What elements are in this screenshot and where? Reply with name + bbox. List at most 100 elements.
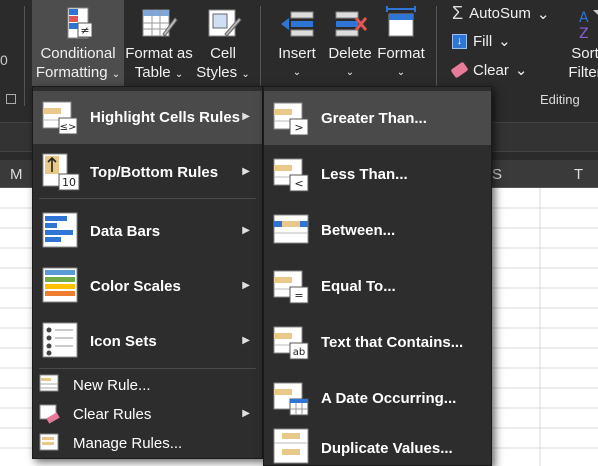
menu-item-top-bottom-rules[interactable]: 10 Top/Bottom Rules ▶: [33, 146, 262, 199]
color-scales-icon: [42, 267, 78, 303]
menu-item-label: Clear Rules: [73, 406, 152, 423]
svg-text:10: 10: [62, 176, 76, 189]
svg-text:<: <: [294, 177, 303, 190]
insert-label: Insert: [278, 45, 316, 62]
menu-item-label: Highlight Cells Rules: [90, 109, 241, 126]
cell-styles-icon: [203, 4, 243, 44]
submenu-item-date-occurring[interactable]: A Date Occurring...: [264, 371, 491, 425]
dialog-launcher-icon[interactable]: [6, 94, 16, 104]
column-header-t[interactable]: T: [574, 166, 583, 183]
submenu-arrow-icon: ▶: [242, 408, 250, 419]
duplicate-values-icon: [273, 428, 309, 464]
clear-rules-icon: [39, 404, 60, 424]
menu-item-label: Manage Rules...: [73, 435, 183, 452]
cell-styles-label-2: Styles ⌄: [196, 64, 250, 81]
icon-sets-icon: [42, 322, 78, 358]
cell-styles-label-1: Cell: [210, 45, 236, 62]
top-bottom-rules-icon: 10: [42, 153, 80, 191]
highlight-cells-rules-submenu: > Greater Than... < Less Than... Between…: [263, 86, 492, 466]
format-as-table-icon: [139, 4, 179, 44]
highlight-cells-rules-icon: ≤>: [42, 101, 78, 135]
menu-item-label: Data Bars: [90, 223, 161, 240]
equal-to-icon: =: [273, 270, 309, 304]
submenu-item-label: Text that Contains...: [321, 334, 464, 351]
menu-separator: [39, 198, 256, 199]
menu-item-highlight-cells-rules[interactable]: ≤> Highlight Cells Rules ▶: [33, 91, 262, 144]
manage-rules-icon: [39, 433, 59, 451]
menu-item-manage-rules[interactable]: Manage Rules...: [33, 429, 262, 457]
text-contains-icon: ab: [273, 326, 309, 360]
autosum-label: AutoSum: [469, 5, 531, 22]
format-button[interactable]: Format ⌄: [376, 0, 426, 82]
submenu-item-duplicate-values[interactable]: Duplicate Values...: [264, 425, 491, 465]
menu-item-label: Top/Bottom Rules: [90, 164, 219, 181]
column-header-s[interactable]: S: [492, 166, 502, 183]
insert-chevron-icon: ⌄: [292, 67, 302, 78]
menu-item-label: New Rule...: [73, 377, 151, 394]
submenu-item-text-that-contains[interactable]: ab Text that Contains...: [264, 315, 491, 369]
column-header-m[interactable]: M: [10, 166, 23, 183]
svg-text:>: >: [294, 121, 303, 134]
menu-item-new-rule[interactable]: New Rule...: [33, 371, 262, 399]
clear-chevron-icon: ⌄: [514, 62, 528, 79]
menu-item-icon-sets[interactable]: Icon Sets ▶: [33, 314, 262, 367]
menu-item-color-scales[interactable]: Color Scales ▶: [33, 259, 262, 312]
sort-filter-button[interactable]: A Z Sort Filter: [560, 0, 598, 82]
new-rule-icon: [39, 374, 59, 392]
between-icon: [273, 214, 309, 244]
menu-item-label: Icon Sets: [90, 333, 157, 350]
submenu-item-equal-to[interactable]: = Equal To...: [264, 259, 491, 313]
sort-filter-icon: A Z: [565, 4, 598, 44]
svg-text:=: =: [294, 289, 303, 302]
delete-button[interactable]: Delete ⌄: [325, 0, 375, 82]
ribbon-separator: [24, 6, 25, 106]
format-as-table-button[interactable]: Format as Table ⌄: [124, 0, 194, 84]
less-than-icon: <: [273, 158, 309, 192]
format-label: Format: [377, 45, 425, 62]
menu-item-data-bars[interactable]: Data Bars ▶: [33, 204, 262, 257]
greater-than-icon: >: [273, 102, 309, 136]
svg-text:ab: ab: [293, 347, 305, 358]
submenu-item-label: Less Than...: [321, 166, 408, 183]
submenu-item-greater-than[interactable]: > Greater Than...: [264, 91, 491, 145]
conditional-formatting-button[interactable]: ≠ Conditional Formatting ⌄: [32, 0, 124, 88]
clear-button[interactable]: Clear ⌄: [450, 61, 528, 79]
submenu-item-less-than[interactable]: < Less Than...: [264, 147, 491, 201]
fill-chevron-icon: ⌄: [498, 33, 511, 50]
submenu-arrow-icon: ▶: [242, 166, 250, 177]
conditional-formatting-label-1: Conditional: [40, 45, 116, 62]
submenu-item-between[interactable]: Between...: [264, 203, 491, 257]
submenu-item-label: Duplicate Values...: [321, 440, 453, 457]
sort-filter-label-1: Sort: [571, 45, 598, 62]
autosum-button[interactable]: Σ AutoSum ⌄: [452, 3, 549, 24]
svg-text:≠: ≠: [80, 24, 89, 37]
submenu-item-label: Equal To...: [321, 278, 396, 295]
format-as-table-label-2: Table ⌄: [134, 64, 184, 81]
fill-button[interactable]: ↓ Fill ⌄: [452, 32, 511, 50]
delete-chevron-icon: ⌄: [345, 67, 355, 78]
fill-label: Fill: [473, 32, 493, 50]
menu-item-clear-rules[interactable]: Clear Rules ▶: [33, 400, 262, 428]
menu-item-label: Color Scales: [90, 278, 181, 295]
submenu-item-label: Between...: [321, 222, 396, 239]
format-as-table-label-1: Format as: [125, 45, 193, 62]
autosum-chevron-icon: ⌄: [536, 5, 550, 23]
insert-cells-icon: [277, 4, 317, 44]
submenu-arrow-icon: ▶: [242, 335, 250, 346]
submenu-arrow-icon: ▶: [242, 280, 250, 291]
cell-styles-button[interactable]: Cell Styles ⌄: [196, 0, 250, 84]
format-chevron-icon: ⌄: [396, 67, 406, 78]
eraser-icon: [450, 61, 469, 79]
clear-label: Clear: [473, 61, 509, 79]
insert-button[interactable]: Insert ⌄: [272, 0, 322, 82]
svg-text:Z: Z: [579, 26, 589, 42]
sort-filter-label-2: Filter: [568, 64, 598, 81]
data-bars-icon: [42, 212, 78, 248]
menu-separator: [39, 368, 256, 369]
svg-text:≤>: ≤>: [60, 122, 77, 133]
editing-group-label: Editing: [540, 92, 580, 107]
date-occurring-icon: [273, 382, 309, 416]
delete-label: Delete: [328, 45, 372, 62]
delete-cells-icon: [330, 4, 370, 44]
svg-text:A: A: [579, 10, 589, 26]
